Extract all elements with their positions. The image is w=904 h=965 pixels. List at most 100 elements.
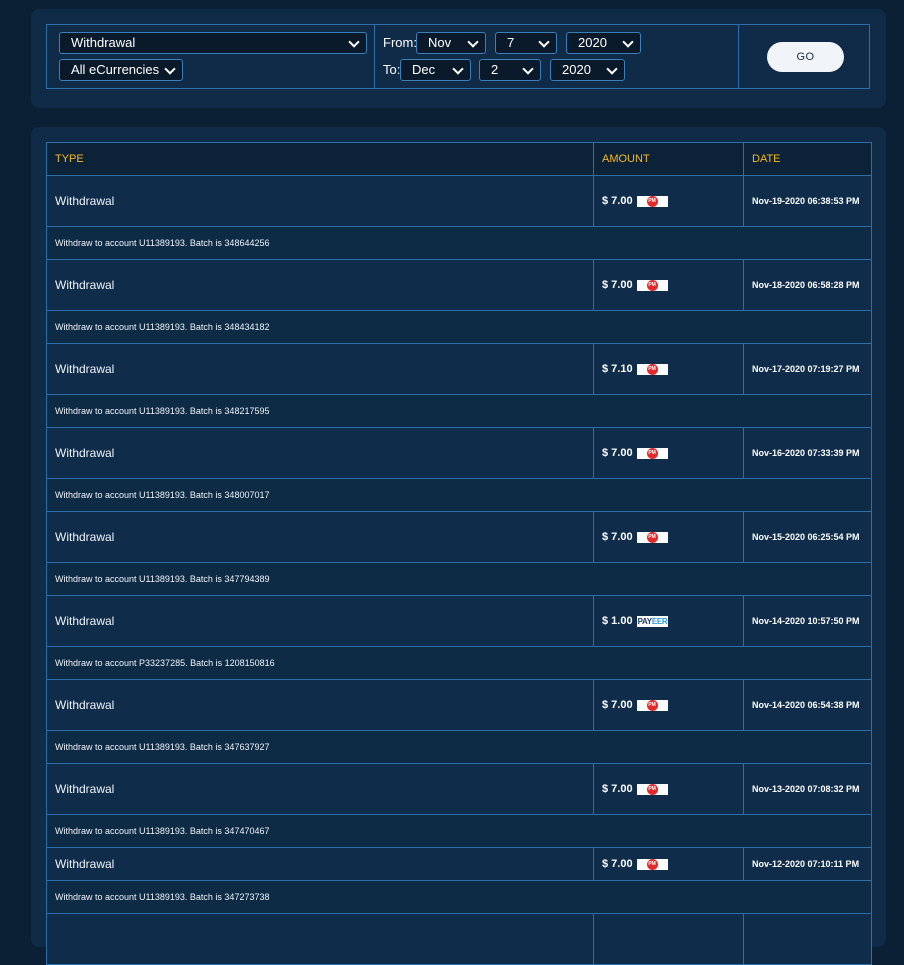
perfect-money-icon: PM bbox=[636, 783, 668, 795]
from-day-select[interactable]: 7 bbox=[495, 32, 557, 54]
perfect-money-icon: PM bbox=[636, 858, 668, 870]
table-row-description: Withdraw to account U11389193. Batch is … bbox=[46, 730, 872, 764]
table-cell bbox=[593, 913, 744, 965]
transaction-type: Withdrawal bbox=[46, 847, 594, 881]
table-row-description: Withdraw to account U11389193. Batch is … bbox=[46, 310, 872, 344]
pm-logo-text: PM bbox=[648, 533, 656, 540]
from-day-value: 7 bbox=[507, 35, 515, 50]
transaction-type: Withdrawal bbox=[46, 511, 594, 563]
chevron-down-icon bbox=[452, 63, 464, 75]
table-row: Withdrawal $ 7.00 PM Nov-19-2020 06:38:53 P… bbox=[46, 175, 872, 227]
to-month-select[interactable]: Dec bbox=[400, 59, 471, 81]
pm-logo-text: PM bbox=[648, 860, 656, 867]
table-row: Withdrawal $ 7.00 PM Nov-16-2020 07:33:39 P… bbox=[46, 427, 872, 479]
table-row: Withdrawal $ 7.00 PM Nov-18-2020 06:58:28 P… bbox=[46, 259, 872, 311]
from-month-select[interactable]: Nov bbox=[416, 32, 486, 54]
column-header-type: TYPE bbox=[46, 142, 594, 176]
from-year-select[interactable]: 2020 bbox=[566, 32, 641, 54]
transaction-date: Nov-14-2020 10:57:50 PM bbox=[743, 595, 872, 647]
divider bbox=[738, 25, 739, 88]
column-header-amount: AMOUNT bbox=[593, 142, 744, 176]
table-row-description: Withdraw to account U11389193. Batch is … bbox=[46, 562, 872, 596]
chevron-down-icon bbox=[538, 36, 550, 48]
history-panel: TYPE AMOUNT DATE Withdrawal $ 7.00 PM Nov-1… bbox=[31, 127, 886, 965]
transaction-description: Withdraw to account U11389193. Batch is … bbox=[46, 880, 872, 914]
transaction-type: Withdrawal bbox=[46, 679, 594, 731]
chevron-down-icon bbox=[522, 63, 534, 75]
transaction-date: Nov-13-2020 07:08:32 PM bbox=[743, 763, 872, 815]
transaction-type: Withdrawal bbox=[46, 763, 594, 815]
table-row: Withdrawal $ 7.00 PM Nov-12-2020 07:10:11 P… bbox=[46, 847, 872, 881]
transaction-description: Withdraw to account P33237285. Batch is … bbox=[46, 646, 872, 680]
transaction-amount: $ 7.00 bbox=[602, 858, 633, 870]
transaction-amount-cell: $ 7.00 PM bbox=[593, 511, 744, 563]
from-label: From: bbox=[383, 35, 417, 50]
chevron-down-icon bbox=[348, 36, 360, 48]
transaction-amount: $ 7.00 bbox=[602, 699, 633, 711]
transaction-date: Nov-15-2020 06:25:54 PM bbox=[743, 511, 872, 563]
to-year-select[interactable]: 2020 bbox=[550, 59, 625, 81]
transaction-amount-cell: $ 7.00 PM bbox=[593, 679, 744, 731]
chevron-down-icon bbox=[622, 36, 634, 48]
payeer-logo: PAYEER bbox=[637, 616, 668, 626]
table-body: Withdrawal $ 7.00 PM Nov-19-2020 06:38:53 P… bbox=[46, 175, 872, 965]
transaction-date: Nov-14-2020 06:54:38 PM bbox=[743, 679, 872, 731]
table-cell bbox=[743, 913, 872, 965]
table-header-row: TYPE AMOUNT DATE bbox=[46, 142, 872, 176]
filter-panel: Withdrawal All eCurrencies From: Nov 7 2… bbox=[31, 9, 886, 108]
pm-logo-text: PM bbox=[648, 449, 656, 456]
transaction-description: Withdraw to account U11389193. Batch is … bbox=[46, 814, 872, 848]
transaction-description: Withdraw to account U11389193. Batch is … bbox=[46, 478, 872, 512]
transaction-type: Withdrawal bbox=[46, 343, 594, 395]
pm-logo-text: PM bbox=[648, 785, 656, 792]
transaction-amount: $ 7.00 bbox=[602, 531, 633, 543]
transaction-description: Withdraw to account U11389193. Batch is … bbox=[46, 562, 872, 596]
table-row-description: Withdraw to account U11389193. Batch is … bbox=[46, 226, 872, 260]
transaction-amount: $ 7.00 bbox=[602, 279, 633, 291]
chevron-down-icon bbox=[467, 36, 479, 48]
history-table: TYPE AMOUNT DATE Withdrawal $ 7.00 PM Nov-1… bbox=[46, 142, 872, 965]
transaction-amount: $ 7.00 bbox=[602, 447, 633, 459]
pm-logo-text: PM bbox=[648, 281, 656, 288]
transaction-date: Nov-16-2020 07:33:39 PM bbox=[743, 427, 872, 479]
to-label: To: bbox=[383, 62, 401, 77]
transaction-amount-cell: $ 7.00 PM bbox=[593, 175, 744, 227]
from-year-value: 2020 bbox=[578, 35, 607, 50]
transaction-amount: $ 7.10 bbox=[602, 363, 633, 375]
transaction-amount-cell: $ 7.10 PM bbox=[593, 343, 744, 395]
perfect-money-icon: PM bbox=[636, 363, 668, 375]
transaction-amount-cell: $ 7.00 PM bbox=[593, 427, 744, 479]
to-day-value: 2 bbox=[491, 62, 499, 77]
table-row: Withdrawal $ 7.00 PM Nov-14-2020 06:54:38 P… bbox=[46, 679, 872, 731]
perfect-money-icon: PM bbox=[636, 531, 668, 543]
from-month-value: Nov bbox=[428, 35, 452, 50]
transaction-type: Withdrawal bbox=[46, 259, 594, 311]
transaction-description: Withdraw to account U11389193. Batch is … bbox=[46, 226, 872, 260]
transaction-amount: $ 1.00 bbox=[602, 615, 633, 627]
to-month-value: Dec bbox=[412, 62, 436, 77]
payeer-icon: PAYEER bbox=[636, 615, 668, 627]
table-row-description: Withdraw to account U11389193. Batch is … bbox=[46, 478, 872, 512]
transaction-amount: $ 7.00 bbox=[602, 195, 633, 207]
transaction-description: Withdraw to account U11389193. Batch is … bbox=[46, 730, 872, 764]
transaction-date: Nov-17-2020 07:19:27 PM bbox=[743, 343, 872, 395]
table-row bbox=[46, 913, 872, 965]
table-row: Withdrawal $ 7.10 PM Nov-17-2020 07:19:27 P… bbox=[46, 343, 872, 395]
to-day-select[interactable]: 2 bbox=[479, 59, 541, 81]
table-row: Withdrawal $ 7.00 PM Nov-13-2020 07:08:32 P… bbox=[46, 763, 872, 815]
transaction-amount-cell: $ 7.00 PM bbox=[593, 847, 744, 881]
perfect-money-icon: PM bbox=[636, 279, 668, 291]
chevron-down-icon bbox=[606, 63, 618, 75]
to-year-value: 2020 bbox=[562, 62, 591, 77]
transaction-type-select[interactable]: Withdrawal bbox=[59, 32, 367, 54]
transaction-date: Nov-18-2020 06:58:28 PM bbox=[743, 259, 872, 311]
table-cell bbox=[46, 913, 594, 965]
transaction-amount: $ 7.00 bbox=[602, 783, 633, 795]
transaction-amount-cell: $ 1.00 PAYEER bbox=[593, 595, 744, 647]
perfect-money-icon: PM bbox=[636, 195, 668, 207]
filter-form: Withdrawal All eCurrencies From: Nov 7 2… bbox=[46, 24, 870, 89]
pm-logo-text: PM bbox=[648, 701, 656, 708]
transaction-description: Withdraw to account U11389193. Batch is … bbox=[46, 310, 872, 344]
go-button[interactable]: GO bbox=[767, 42, 844, 72]
currency-select[interactable]: All eCurrencies bbox=[59, 59, 183, 81]
